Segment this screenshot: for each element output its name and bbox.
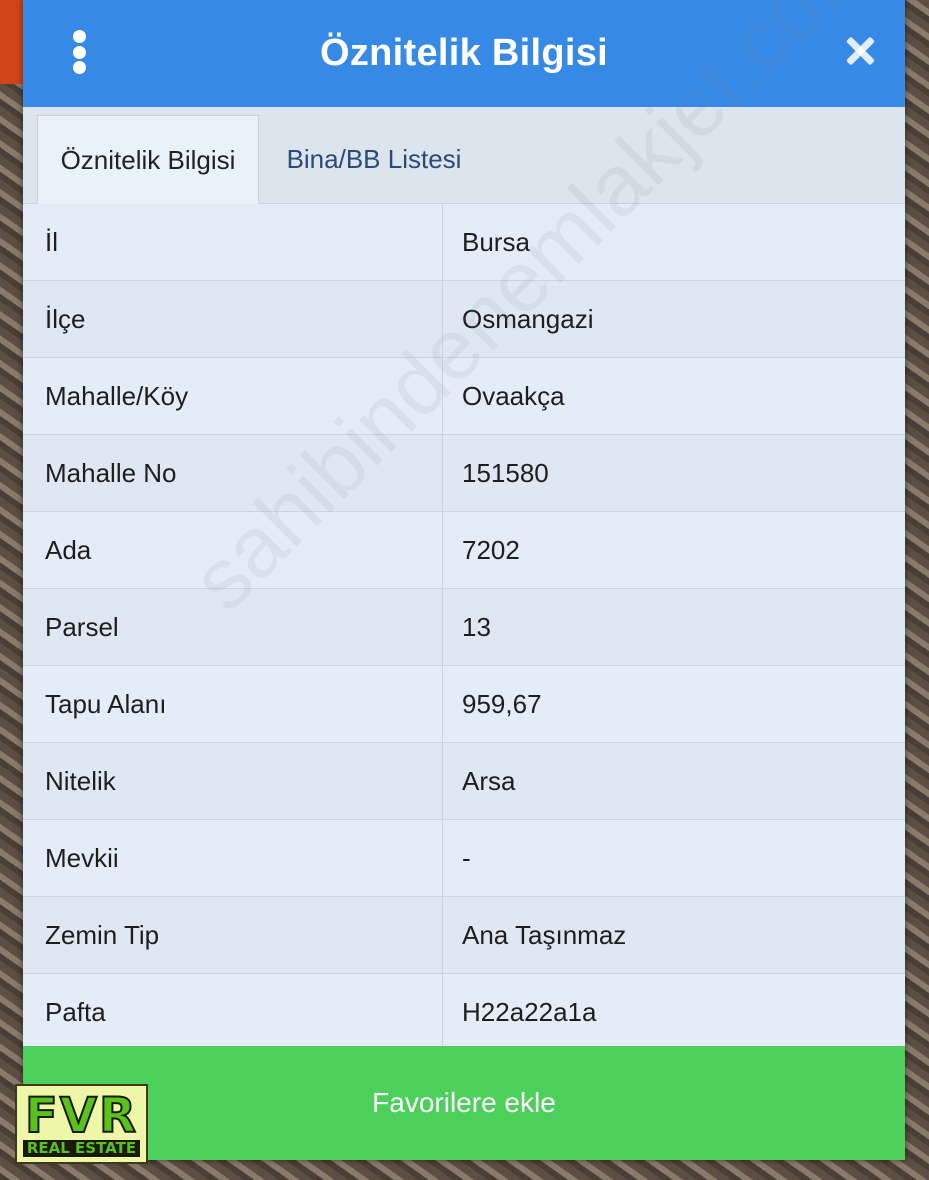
table-row: Mevkii - — [23, 820, 905, 897]
table-row: Pafta H22a22a1a — [23, 974, 905, 1051]
dialog-titlebar: Öznitelik Bilgisi — [23, 0, 905, 107]
attribute-value: - — [462, 842, 471, 873]
attribute-value: Arsa — [462, 765, 516, 796]
dialog-title: Öznitelik Bilgisi — [319, 32, 609, 74]
logo-main-text: FVR — [24, 1087, 138, 1144]
table-row: İlçe Osmangazi — [23, 281, 905, 358]
attribute-key: Ada — [23, 512, 443, 588]
attribute-key: İl — [23, 204, 443, 280]
attribute-value: Ovaakça — [462, 380, 565, 411]
tab-attribute-info[interactable]: Öznitelik Bilgisi — [37, 115, 259, 204]
attribute-key: İlçe — [23, 281, 443, 357]
attribute-table: İl Bursa İlçe Osmangazi Mahalle/Köy Ovaa… — [23, 204, 905, 1051]
table-row: Mahalle No 151580 — [23, 435, 905, 512]
attribute-value: 7202 — [462, 534, 520, 565]
attribute-key: Nitelik — [23, 743, 443, 819]
table-row: Tapu Alanı 959,67 — [23, 666, 905, 743]
attribute-key: Mahalle/Köy — [23, 358, 443, 434]
attribute-value: Bursa — [462, 226, 530, 257]
table-row: Zemin Tip Ana Taşınmaz — [23, 897, 905, 974]
attribute-value: 959,67 — [462, 688, 542, 719]
map-feature — [0, 0, 24, 84]
vertical-dots-icon[interactable] — [69, 30, 89, 74]
attribute-info-dialog: Öznitelik Bilgisi Öznitelik Bilgisi Bina… — [23, 0, 905, 1160]
attribute-value: 151580 — [462, 457, 549, 488]
attribute-value: Osmangazi — [462, 303, 594, 334]
add-to-favorites-button[interactable]: Favorilere ekle — [23, 1046, 905, 1160]
attribute-key: Zemin Tip — [23, 897, 443, 973]
attribute-key: Parsel — [23, 589, 443, 665]
tab-bar: Öznitelik Bilgisi Bina/BB Listesi — [23, 107, 905, 204]
attribute-key: Pafta — [23, 974, 443, 1050]
fvr-real-estate-logo: FVR REAL ESTATE — [15, 1084, 148, 1164]
attribute-value: 13 — [462, 611, 491, 642]
table-row: Mahalle/Köy Ovaakça — [23, 358, 905, 435]
table-row: İl Bursa — [23, 204, 905, 281]
tab-building-list[interactable]: Bina/BB Listesi — [269, 115, 479, 203]
attribute-key: Mevkii — [23, 820, 443, 896]
attribute-value: H22a22a1a — [462, 996, 597, 1027]
attribute-key: Mahalle No — [23, 435, 443, 511]
attribute-key: Tapu Alanı — [23, 666, 443, 742]
close-icon[interactable] — [845, 36, 875, 66]
table-row: Ada 7202 — [23, 512, 905, 589]
logo-sub-text: REAL ESTATE — [22, 1139, 141, 1157]
table-row: Parsel 13 — [23, 589, 905, 666]
attribute-value: Ana Taşınmaz — [462, 919, 627, 950]
table-row: Nitelik Arsa — [23, 743, 905, 820]
